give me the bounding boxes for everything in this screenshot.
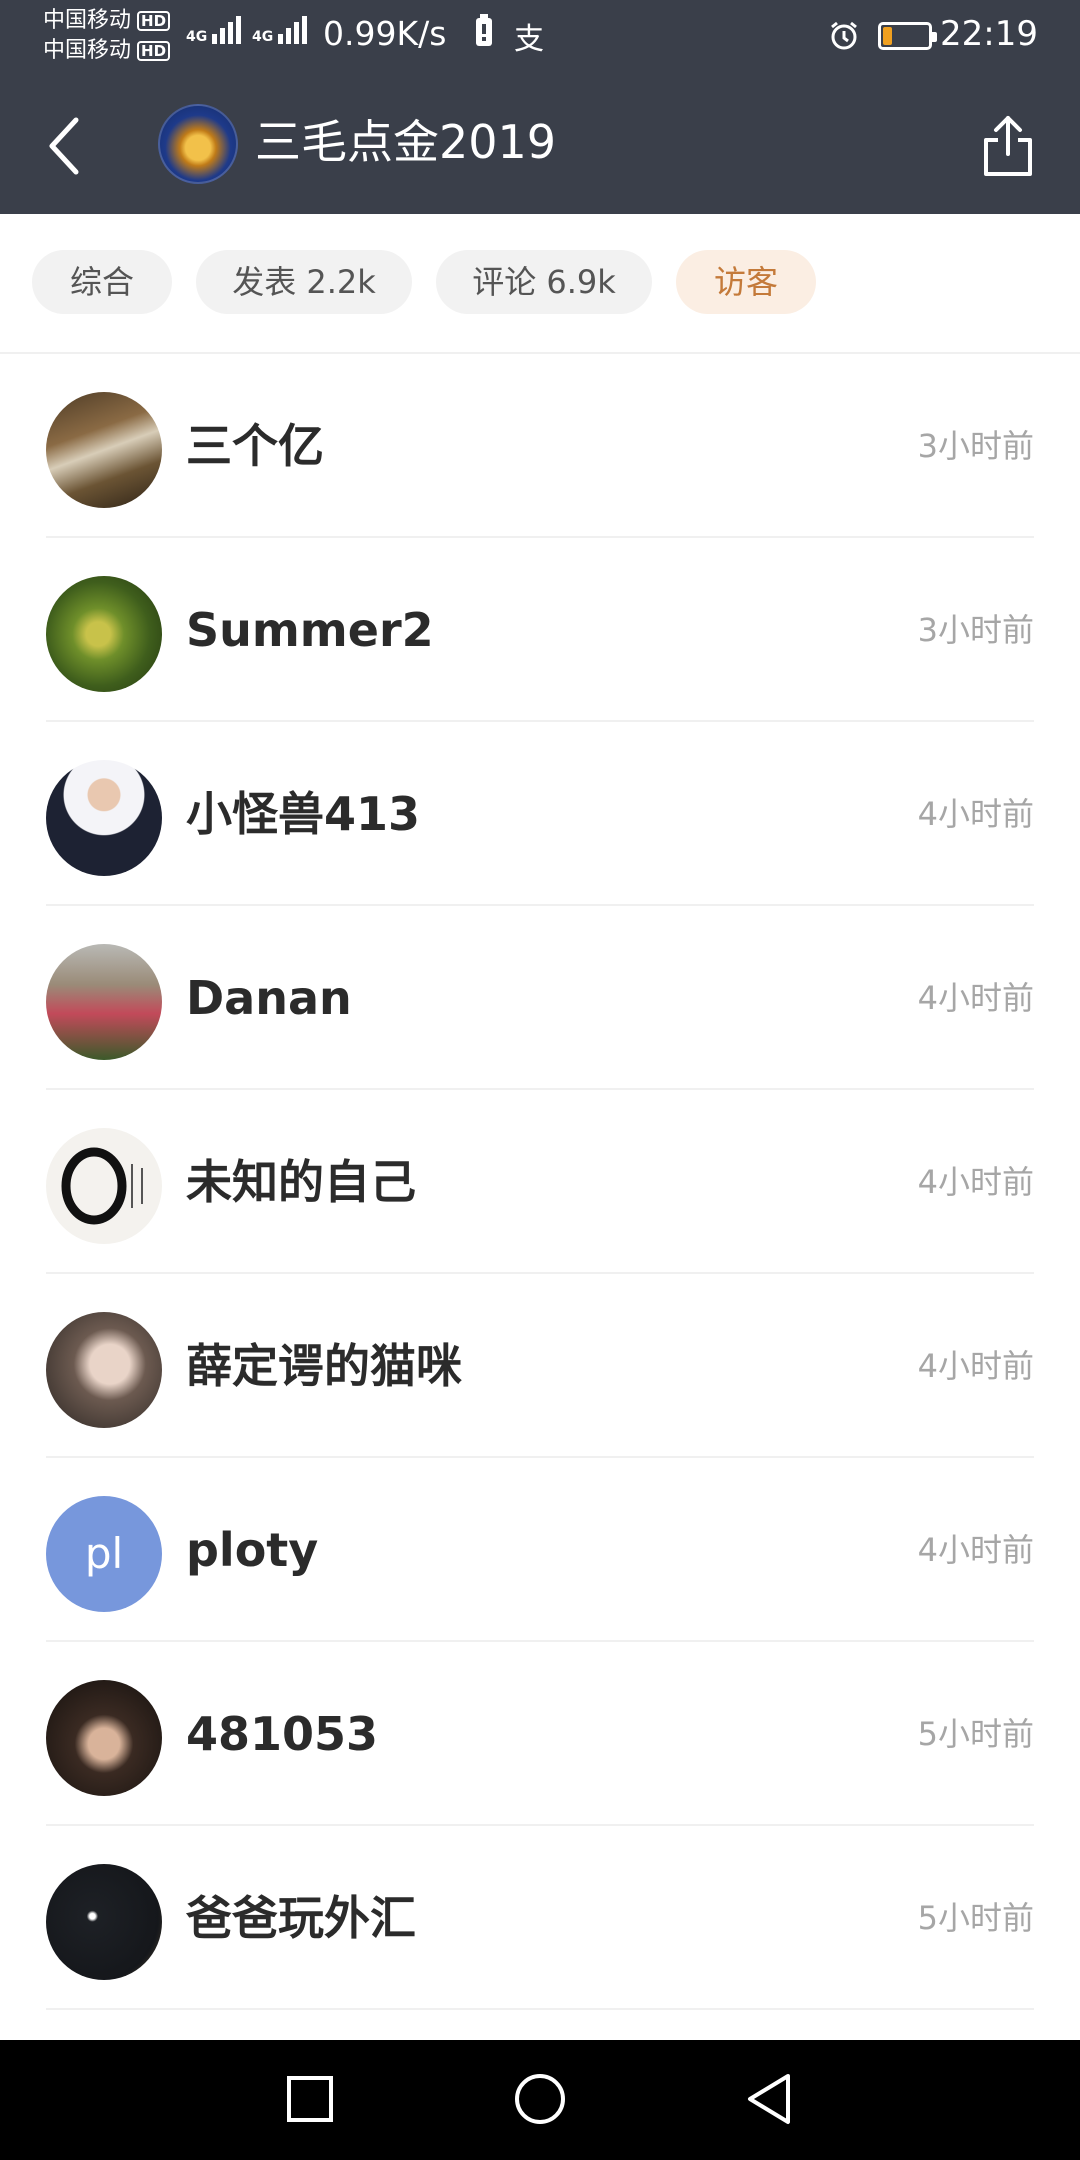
channel-avatar[interactable] — [158, 104, 238, 184]
visitor-name: 薛定谔的猫咪 — [186, 1339, 462, 1393]
alarm-icon — [828, 20, 858, 50]
list-item[interactable]: 未知的自己 4小时前 — [0, 1090, 1080, 1274]
page-title: 三毛点金2019 — [255, 115, 557, 169]
square-icon[interactable] — [285, 2068, 335, 2132]
list-item[interactable]: 三个亿 3小时前 — [0, 354, 1080, 538]
visitor-name: ploty — [186, 1523, 319, 1577]
visit-time: 4小时前 — [917, 795, 1034, 833]
avatar[interactable]: pl — [46, 1496, 162, 1612]
list-item[interactable]: 481053 5小时前 — [0, 1642, 1080, 1826]
visit-time: 4小时前 — [917, 1347, 1034, 1385]
avatar[interactable] — [46, 1680, 162, 1796]
avatar[interactable] — [46, 1864, 162, 1980]
circle-icon[interactable] — [512, 2068, 568, 2132]
avatar[interactable] — [46, 944, 162, 1060]
battery-saver-icon — [474, 14, 494, 56]
status-bar: 中国移动 HD 中国移动 HD 4G 4G 0.99K/s 支 22:19 — [0, 0, 1080, 76]
network-speed: 0.99K/s — [323, 14, 447, 53]
carrier-1: 中国移动 — [43, 8, 132, 33]
visit-time: 4小时前 — [917, 1163, 1034, 1201]
visit-time: 5小时前 — [917, 1715, 1034, 1753]
visit-time: 3小时前 — [917, 427, 1034, 465]
list-item[interactable]: pl ploty 4小时前 — [0, 1458, 1080, 1642]
carrier-2: 中国移动 — [43, 38, 132, 63]
header: 三毛点金2019 — [0, 76, 1080, 214]
list-item[interactable]: 小怪兽413 4小时前 — [0, 722, 1080, 906]
filter-tabs: 综合 发表 2.2k 评论 6.9k 访客 — [0, 214, 1080, 354]
triangle-back-icon[interactable] — [742, 2068, 794, 2132]
list-item[interactable]: Summer2 3小时前 — [0, 538, 1080, 722]
visit-time: 4小时前 — [917, 1531, 1034, 1569]
alipay-icon: 支 — [514, 22, 544, 57]
visitor-name: Summer2 — [186, 603, 434, 657]
list-item[interactable]: 爸爸玩外汇 5小时前 — [0, 1826, 1080, 2010]
list-item[interactable]: 薛定谔的猫咪 4小时前 — [0, 1274, 1080, 1458]
tab-overview[interactable]: 综合 — [32, 250, 172, 314]
tab-visitors[interactable]: 访客 — [676, 250, 816, 314]
signal-icon-1: 4G — [186, 16, 242, 44]
share-icon[interactable] — [980, 114, 1036, 178]
battery-icon — [878, 22, 937, 50]
visitor-name: 小怪兽413 — [186, 787, 421, 841]
tab-posts[interactable]: 发表 2.2k — [196, 250, 412, 314]
visit-time: 3小时前 — [917, 611, 1034, 649]
visitor-name: 481053 — [186, 1707, 379, 1761]
avatar[interactable] — [46, 1128, 162, 1244]
signal-icon-2: 4G — [252, 16, 308, 44]
hd-badge-2: HD — [137, 41, 171, 61]
system-navigation-bar — [0, 2040, 1080, 2160]
list-item[interactable]: Danan 4小时前 — [0, 906, 1080, 1090]
carrier-info: 中国移动 HD 中国移动 HD — [43, 6, 171, 66]
chevron-left-icon[interactable] — [42, 114, 86, 178]
avatar[interactable] — [46, 576, 162, 692]
avatar[interactable] — [46, 392, 162, 508]
visit-time: 4小时前 — [917, 979, 1034, 1017]
tab-comments[interactable]: 评论 6.9k — [436, 250, 652, 314]
avatar[interactable] — [46, 760, 162, 876]
visit-time: 5小时前 — [917, 1899, 1034, 1937]
visitor-name: 三个亿 — [186, 419, 324, 473]
avatar[interactable] — [46, 1312, 162, 1428]
visitor-name: 未知的自己 — [186, 1155, 416, 1209]
hd-badge-1: HD — [137, 11, 171, 31]
visitor-list: 三个亿 3小时前 Summer2 3小时前 小怪兽413 4小时前 Danan … — [0, 354, 1080, 2010]
visitor-name: Danan — [186, 971, 352, 1025]
visitor-name: 爸爸玩外汇 — [186, 1891, 416, 1945]
clock: 22:19 — [940, 14, 1038, 54]
battery-level — [883, 27, 892, 45]
